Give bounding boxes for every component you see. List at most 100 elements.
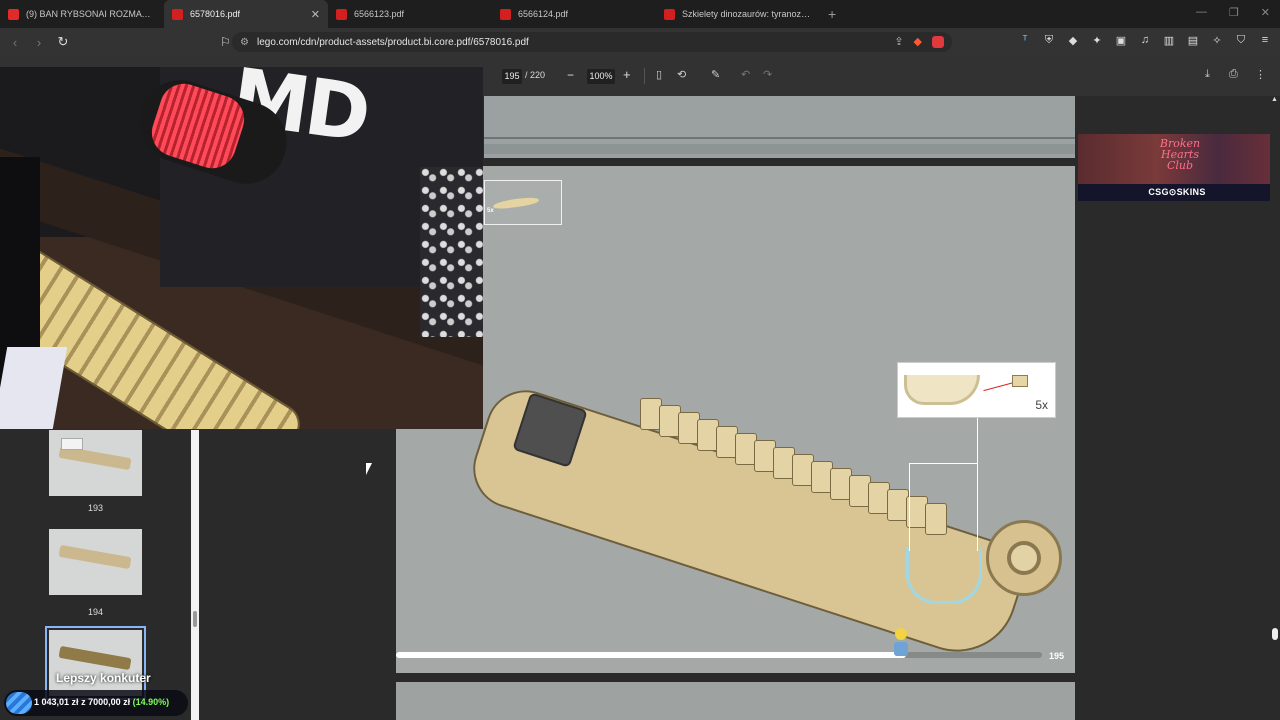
donation-text: 1 043,01 zł z 7000,00 zł (14.90%): [34, 697, 169, 707]
close-window-icon[interactable]: ✕: [1261, 6, 1270, 19]
ad-brand: CSG⊙SKINS: [1078, 184, 1276, 201]
mouse-cursor: [366, 463, 372, 475]
donation-title: Lepszy konkuter: [56, 671, 151, 685]
ad-banner[interactable]: Broken Hearts Club CSG⊙SKINS: [1078, 134, 1276, 201]
address-bar-actions: ⇪ ◆: [894, 35, 944, 48]
browser-window: (9) BAN RYBSONAI ROZMAWIAŁ Z D 6578016.p…: [0, 0, 1280, 720]
thumbnail-page-194[interactable]: [49, 529, 142, 595]
parts-callout-small: 5x: [484, 180, 562, 225]
ad-neon-text: Broken Hearts Club: [1159, 137, 1201, 172]
url-text: lego.com/cdn/product-assets/product.bi.c…: [256, 36, 529, 48]
annotate-icon[interactable]: ✎: [711, 68, 720, 81]
horn-piece: [904, 375, 980, 405]
donation-separator: z: [81, 697, 86, 707]
guide-line: [977, 418, 978, 466]
tab-6566123[interactable]: 6566123.pdf: [328, 0, 492, 28]
address-bar[interactable]: ⚙ lego.com/cdn/product-assets/product.bi…: [232, 32, 952, 52]
youtube-icon: [8, 8, 19, 20]
tab-youtube[interactable]: (9) BAN RYBSONAI ROZMAWIAŁ Z D: [0, 0, 164, 28]
music-icon[interactable]: ♫: [1138, 34, 1152, 47]
extension-icon[interactable]: ◆: [1066, 34, 1080, 47]
thumbnail-label: 193: [87, 503, 104, 513]
leo-icon[interactable]: ✧: [1210, 34, 1224, 47]
pdf-page-previous: [484, 96, 1075, 158]
lego-icon: [664, 8, 675, 20]
lego-icon: [336, 8, 347, 20]
thumbnail-scrollbar[interactable]: [191, 430, 199, 720]
window-controls: — ❐ ✕: [1196, 6, 1270, 19]
connector-brick: [1012, 375, 1028, 387]
donation-goal-widget: 1 043,01 zł z 7000,00 zł (14.90%): [4, 690, 188, 716]
forward-icon[interactable]: ›: [30, 35, 48, 50]
model-wheel: [986, 520, 1062, 596]
thumbnail-page-193[interactable]: [49, 430, 142, 496]
sidebar-icon[interactable]: ▥: [1162, 34, 1176, 47]
tab-title: 6566124.pdf: [518, 9, 569, 19]
bookmark-icon[interactable]: ⚐: [220, 35, 231, 49]
thumbnail-scrollbar-thumb[interactable]: [193, 611, 197, 627]
minimize-icon[interactable]: —: [1196, 6, 1207, 19]
page-scrollbar[interactable]: ▲: [1270, 96, 1280, 720]
brave-shield-icon[interactable]: ◆: [914, 35, 922, 48]
brave-rewards-icon[interactable]: [932, 35, 944, 48]
redo-icon[interactable]: ↷: [763, 68, 772, 81]
horn-piece: [492, 195, 540, 211]
share-icon[interactable]: ⇪: [894, 35, 903, 48]
menu-icon[interactable]: ≡: [1258, 34, 1272, 47]
close-tab-icon[interactable]: ✕: [311, 8, 320, 21]
zoom-input[interactable]: 100%: [587, 69, 615, 84]
tab-title: (9) BAN RYBSONAI ROZMAWIAŁ Z D: [26, 9, 156, 19]
donation-icon: [6, 692, 32, 714]
lego-icon: [500, 8, 511, 20]
restore-icon[interactable]: ❐: [1229, 6, 1239, 19]
toolbar-divider: [644, 68, 645, 84]
thumbnail-page-195[interactable]: [45, 626, 146, 700]
print-icon[interactable]: ⎙: [1229, 68, 1238, 81]
zoom-in-icon[interactable]: +: [623, 67, 631, 82]
part-count: 5x: [1035, 398, 1048, 412]
tab-6578016[interactable]: 6578016.pdf ✕: [164, 0, 328, 28]
build-progress-bar: [396, 652, 1042, 658]
rotate-icon[interactable]: ⟲: [677, 68, 686, 81]
extension-icon[interactable]: ▣: [1114, 34, 1128, 47]
build-progress-fill: [396, 652, 907, 658]
pdf-page-next: [396, 682, 1075, 720]
page-number: 195: [1049, 651, 1065, 661]
parts-callout: 5x: [897, 362, 1056, 418]
extension-icon[interactable]: ⛨: [1042, 34, 1056, 47]
highlighted-teeth: [906, 548, 982, 604]
page-number-input[interactable]: 195: [502, 69, 522, 84]
donation-current: 1 043,01 zł: [34, 697, 79, 707]
reload-icon[interactable]: ↻: [54, 34, 72, 50]
donation-goal: 7000,00 zł: [88, 697, 131, 707]
fit-page-icon[interactable]: ▯: [656, 68, 662, 81]
page-scrollbar-thumb[interactable]: [1272, 628, 1278, 640]
more-options-icon[interactable]: ⋮: [1255, 68, 1266, 81]
extensions-toolbar: ᵀ ⛨ ◆ ✦ ▣ ♫ ▥ ▤ ✧ ⛉ ≡: [1018, 34, 1272, 47]
guide-bracket: [909, 463, 978, 551]
tab-szkielety[interactable]: Szkielety dinozaurów: tyranozaur 76: [656, 0, 820, 28]
webcam-overlay: MD: [0, 67, 483, 429]
site-info-icon[interactable]: ⚙: [240, 37, 249, 48]
minifigure-icon: [893, 628, 909, 658]
vpn-icon[interactable]: ⛉: [1234, 34, 1248, 47]
part-count: 5x: [487, 208, 494, 214]
tab-title: 6566123.pdf: [354, 9, 405, 19]
undo-icon[interactable]: ↶: [741, 68, 750, 81]
scroll-up-icon[interactable]: ▲: [1271, 96, 1278, 103]
puzzle-icon[interactable]: ✦: [1090, 34, 1104, 47]
page-total: / 220: [525, 70, 546, 80]
tab-title: Szkielety dinozaurów: tyranozaur 76: [682, 9, 812, 19]
thumbnail-label: 194: [87, 607, 104, 617]
tab-6566124[interactable]: 6566124.pdf: [492, 0, 656, 28]
zoom-out-icon[interactable]: −: [567, 68, 574, 82]
translate-extension-icon[interactable]: ᵀ: [1018, 34, 1032, 47]
lego-icon: [172, 8, 183, 20]
wallet-icon[interactable]: ▤: [1186, 34, 1200, 47]
download-icon[interactable]: ⤓: [1205, 68, 1210, 81]
tab-strip: (9) BAN RYBSONAI ROZMAWIAŁ Z D 6578016.p…: [0, 0, 1280, 28]
back-icon[interactable]: ‹: [6, 35, 24, 50]
tab-title: 6578016.pdf: [190, 9, 241, 19]
attach-arrow: [983, 381, 1015, 392]
new-tab-button[interactable]: +: [828, 6, 836, 22]
